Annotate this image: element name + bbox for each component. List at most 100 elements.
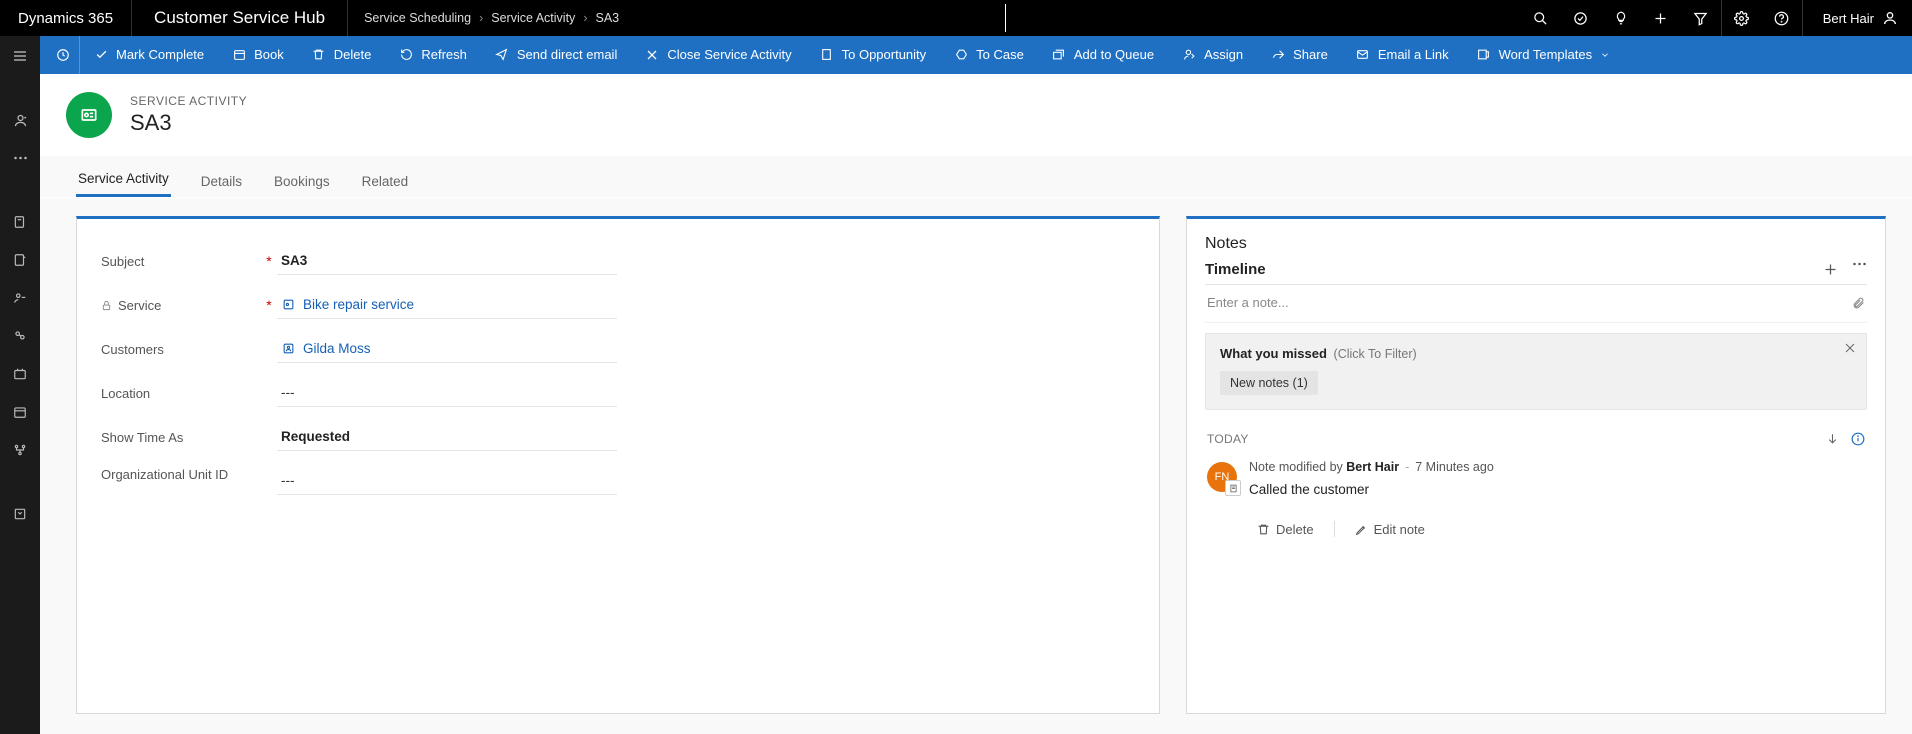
cmd-label: To Opportunity bbox=[842, 47, 927, 62]
cmd-label: Book bbox=[254, 47, 284, 62]
more-icon[interactable] bbox=[1852, 262, 1867, 277]
word-templates-button[interactable]: Word Templates bbox=[1463, 36, 1624, 74]
nav-item-icon[interactable] bbox=[8, 210, 32, 234]
nav-more-icon[interactable] bbox=[8, 146, 32, 170]
missed-hint[interactable]: (Click To Filter) bbox=[1334, 347, 1417, 361]
nav-item-icon[interactable] bbox=[8, 362, 32, 386]
record-type-icon bbox=[66, 92, 112, 138]
note-body: Called the customer bbox=[1249, 482, 1494, 497]
book-button[interactable]: Book bbox=[218, 36, 298, 74]
to-case-button[interactable]: To Case bbox=[940, 36, 1038, 74]
filter-icon[interactable] bbox=[1681, 0, 1721, 36]
app-hub-name[interactable]: Customer Service Hub bbox=[132, 8, 347, 28]
field-row-show-time-as: Show Time As Requested bbox=[101, 415, 1135, 459]
tab-bookings[interactable]: Bookings bbox=[272, 164, 332, 197]
search-icon[interactable] bbox=[1521, 0, 1561, 36]
breadcrumb-item[interactable]: SA3 bbox=[589, 11, 625, 25]
assign-icon bbox=[1182, 48, 1196, 62]
breadcrumb-item[interactable]: Service Scheduling bbox=[358, 11, 477, 25]
delete-note-button[interactable]: Delete bbox=[1257, 522, 1314, 537]
note-author: Bert Hair bbox=[1346, 460, 1399, 474]
note-type-icon bbox=[1225, 480, 1241, 496]
send-email-button[interactable]: Send direct email bbox=[481, 36, 631, 74]
field-label: Show Time As bbox=[101, 430, 261, 445]
brand-label[interactable]: Dynamics 365 bbox=[0, 10, 131, 27]
contact-icon bbox=[281, 342, 295, 356]
tab-service-activity[interactable]: Service Activity bbox=[76, 161, 171, 197]
cmd-label: Share bbox=[1293, 47, 1328, 62]
clock-back-icon bbox=[56, 48, 70, 62]
location-input[interactable]: --- bbox=[277, 379, 617, 407]
close-icon[interactable] bbox=[1844, 342, 1856, 354]
note-input[interactable]: Enter a note... bbox=[1205, 285, 1867, 323]
nav-item-icon[interactable] bbox=[8, 286, 32, 310]
cmd-label: Refresh bbox=[421, 47, 467, 62]
tab-details[interactable]: Details bbox=[199, 164, 244, 197]
mail-icon bbox=[1356, 48, 1370, 62]
chevron-down-icon bbox=[1600, 50, 1610, 60]
to-opportunity-button[interactable]: To Opportunity bbox=[806, 36, 941, 74]
add-to-queue-button[interactable]: Add to Queue bbox=[1038, 36, 1168, 74]
trash-icon bbox=[312, 48, 326, 62]
customers-lookup[interactable]: Gilda Moss bbox=[277, 335, 617, 363]
word-icon bbox=[1477, 48, 1491, 62]
cmd-label: Delete bbox=[334, 47, 372, 62]
command-bar: Mark Complete Book Delete Refresh Send d… bbox=[40, 36, 1912, 74]
global-top-bar: Dynamics 365 Customer Service Hub Servic… bbox=[0, 0, 1912, 36]
required-indicator: * bbox=[261, 253, 277, 269]
add-icon[interactable] bbox=[1641, 0, 1681, 36]
lookup-value: Gilda Moss bbox=[303, 341, 371, 356]
cmd-label: Assign bbox=[1204, 47, 1243, 62]
info-icon[interactable] bbox=[1851, 432, 1865, 446]
task-icon[interactable] bbox=[1561, 0, 1601, 36]
tab-related[interactable]: Related bbox=[360, 164, 411, 197]
nav-item-icon[interactable] bbox=[8, 438, 32, 462]
email-link-button[interactable]: Email a Link bbox=[1342, 36, 1463, 74]
back-button[interactable] bbox=[46, 36, 80, 74]
refresh-button[interactable]: Refresh bbox=[385, 36, 481, 74]
form-tabs: Service Activity Details Bookings Relate… bbox=[40, 156, 1912, 198]
field-row-customers: Customers Gilda Moss bbox=[101, 327, 1135, 371]
field-label: Subject bbox=[101, 254, 261, 269]
nav-item-icon[interactable] bbox=[8, 400, 32, 424]
sort-icon[interactable] bbox=[1826, 432, 1839, 446]
nav-item-icon[interactable] bbox=[8, 502, 32, 526]
note-time: 7 Minutes ago bbox=[1415, 460, 1494, 474]
cmd-label: Email a Link bbox=[1378, 47, 1449, 62]
gear-icon[interactable] bbox=[1722, 0, 1762, 36]
cmd-label: Send direct email bbox=[517, 47, 617, 62]
breadcrumb-item[interactable]: Service Activity bbox=[485, 11, 581, 25]
send-icon bbox=[495, 48, 509, 62]
required-indicator: * bbox=[261, 297, 277, 313]
edit-note-button[interactable]: Edit note bbox=[1355, 522, 1425, 537]
form-body: Subject * SA3 Service * Bike repair serv… bbox=[40, 198, 1912, 734]
add-note-icon[interactable] bbox=[1823, 262, 1838, 277]
user-menu[interactable]: Bert Hair bbox=[1803, 10, 1912, 26]
field-label: Customers bbox=[101, 342, 261, 357]
help-icon[interactable] bbox=[1762, 0, 1802, 36]
nav-customer-icon[interactable] bbox=[8, 108, 32, 132]
service-lookup[interactable]: Bike repair service bbox=[277, 291, 617, 319]
attachment-icon[interactable] bbox=[1852, 295, 1865, 310]
assign-button[interactable]: Assign bbox=[1168, 36, 1257, 74]
lightbulb-icon[interactable] bbox=[1601, 0, 1641, 36]
org-unit-input[interactable]: --- bbox=[277, 467, 617, 495]
note-input-placeholder: Enter a note... bbox=[1207, 295, 1289, 310]
nav-item-icon[interactable] bbox=[8, 248, 32, 272]
menu-icon[interactable] bbox=[8, 44, 32, 68]
show-time-as-select[interactable]: Requested bbox=[277, 423, 617, 451]
day-label: TODAY bbox=[1207, 432, 1249, 446]
delete-button[interactable]: Delete bbox=[298, 36, 386, 74]
close-activity-button[interactable]: Close Service Activity bbox=[631, 36, 805, 74]
timeline-note-item[interactable]: FN Note modified by Bert Hair-7 Minutes … bbox=[1205, 456, 1867, 505]
subject-input[interactable]: SA3 bbox=[277, 247, 617, 275]
person-icon bbox=[1882, 10, 1898, 26]
nav-item-icon[interactable] bbox=[8, 324, 32, 348]
share-button[interactable]: Share bbox=[1257, 36, 1342, 74]
cmd-label: To Case bbox=[976, 47, 1024, 62]
record-type-label: SERVICE ACTIVITY bbox=[130, 94, 247, 108]
mark-complete-button[interactable]: Mark Complete bbox=[80, 36, 218, 74]
missed-filter-chip[interactable]: New notes (1) bbox=[1220, 371, 1318, 395]
note-meta: Note modified by Bert Hair-7 Minutes ago bbox=[1249, 460, 1494, 474]
cmd-label: Close Service Activity bbox=[667, 47, 791, 62]
